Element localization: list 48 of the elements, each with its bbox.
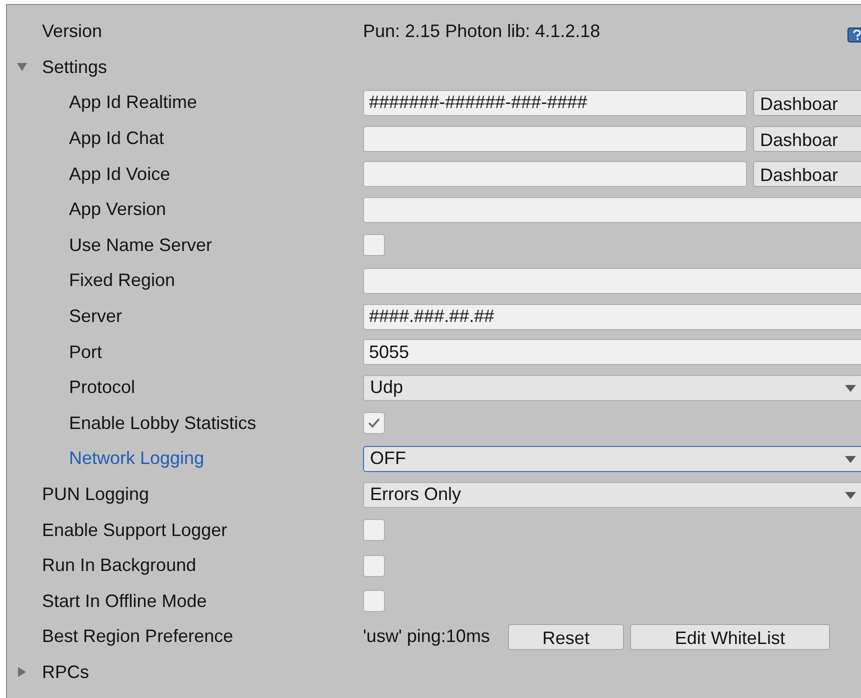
dropdown[interactable]: OFF: [363, 446, 861, 472]
text-field[interactable]: 5055: [363, 339, 861, 366]
dashboard-button[interactable]: Dashboar: [753, 126, 861, 152]
field-label: Fixed Region: [69, 269, 176, 292]
dropdown[interactable]: Udp: [363, 374, 861, 401]
checkbox[interactable]: [363, 590, 385, 612]
field-label: Server: [69, 305, 122, 328]
region-text: 'usw' ping:10ms: [363, 625, 490, 648]
field-label: Start In Offline Mode: [42, 590, 207, 613]
checkbox[interactable]: [363, 412, 385, 434]
text-field[interactable]: [363, 196, 861, 223]
field-label: Enable Lobby Statistics: [69, 412, 256, 435]
field-label: PUN Logging: [42, 483, 150, 506]
version-text: Pun: 2.15 Photon lib: 4.1.2.18: [363, 20, 600, 44]
checkbox[interactable]: [363, 234, 385, 256]
expanded-triangle-icon[interactable]: [16, 61, 28, 74]
text-field[interactable]: ####.###.##.##: [363, 304, 861, 330]
field-label: App Id Realtime: [69, 91, 198, 114]
text-field[interactable]: [363, 126, 747, 152]
checkbox[interactable]: [363, 554, 385, 577]
text-field[interactable]: #######-######-###-####: [363, 90, 747, 116]
text-field[interactable]: [363, 161, 747, 188]
field-label: Best Region Preference: [42, 625, 234, 648]
dropdown[interactable]: Errors Only: [363, 482, 861, 508]
dashboard-button[interactable]: Dashboar: [753, 90, 861, 116]
field-label: Enable Support Logger: [42, 518, 228, 542]
field-label: Port: [69, 340, 102, 364]
checkmark-icon: [368, 418, 380, 428]
field-label: Use Name Server: [69, 234, 212, 257]
edit-whitelist-button[interactable]: Edit WhiteList: [630, 624, 830, 650]
dropdown-arrow-icon: [845, 384, 856, 393]
dropdown-arrow-icon: [845, 456, 856, 464]
field-label: Run In Background: [42, 554, 196, 578]
checkbox[interactable]: [363, 519, 385, 542]
dropdown-arrow-icon: [845, 492, 856, 500]
dashboard-button[interactable]: Dashboar: [753, 161, 861, 188]
field-label: Network Logging: [69, 447, 204, 470]
field-label: Version: [42, 20, 102, 44]
field-label: Protocol: [69, 376, 136, 400]
field-label: App Id Voice: [69, 162, 170, 186]
collapsed-triangle-icon[interactable]: [16, 666, 28, 678]
foldout-label[interactable]: RPCs: [42, 658, 90, 686]
reset-button[interactable]: Reset: [508, 624, 624, 650]
foldout-label[interactable]: Settings: [42, 54, 108, 81]
help-icon[interactable]: [847, 27, 861, 43]
text-field[interactable]: [363, 268, 861, 294]
field-label: App Id Chat: [69, 127, 164, 150]
field-label: App Version: [69, 198, 166, 222]
